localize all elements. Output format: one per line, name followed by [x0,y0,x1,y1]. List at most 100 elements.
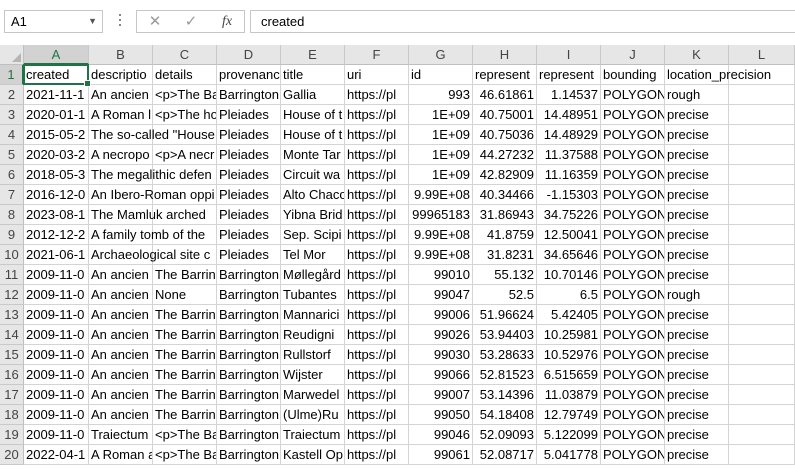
table-cell[interactable]: 51.96624 [473,305,537,325]
table-cell[interactable]: POLYGON [601,445,665,465]
table-cell[interactable]: POLYGON [601,185,665,205]
table-cell[interactable]: Marwedel [281,385,345,405]
table-cell[interactable]: Barrington [217,385,281,405]
table-cell[interactable]: Pleiades [217,205,281,225]
table-cell[interactable]: 52.5 [473,285,537,305]
insert-function-icon[interactable]: fx [215,13,239,31]
table-cell[interactable]: precise [665,305,729,325]
table-cell[interactable] [729,245,795,265]
table-cell[interactable]: precise [665,225,729,245]
table-cell[interactable]: The Barrin [153,365,217,385]
table-cell[interactable]: 2022-04-1 [24,445,89,465]
header-cell[interactable]: descriptio [89,65,153,85]
table-cell[interactable]: https://pl [345,445,409,465]
column-header-l[interactable]: L [729,45,795,65]
table-cell[interactable]: 2009-11-0 [24,405,89,425]
table-cell[interactable]: Pleiades [217,185,281,205]
table-cell[interactable]: 1E+09 [409,165,473,185]
formula-input[interactable]: created [250,10,795,33]
table-cell[interactable]: An ancien [89,365,153,385]
table-cell[interactable]: POLYGON [601,225,665,245]
table-cell[interactable]: Barrington [217,305,281,325]
table-cell[interactable]: 10.52976 [537,345,601,365]
table-cell[interactable] [729,285,795,305]
table-cell[interactable] [729,165,795,185]
table-cell[interactable]: -1.15303 [537,185,601,205]
table-cell[interactable]: 2023-08-1 [24,205,89,225]
table-cell[interactable] [729,385,795,405]
table-cell[interactable]: 2009-11-0 [24,265,89,285]
table-cell[interactable]: Yibna Brid [281,205,345,225]
table-cell[interactable]: Pleiades [217,165,281,185]
enter-icon[interactable]: ✓ [177,13,205,31]
row-header[interactable]: 17 [0,385,24,405]
table-cell[interactable]: (Ulme)Ru [281,405,345,425]
column-header-a[interactable]: A [24,45,89,65]
table-cell[interactable]: 9.99E+08 [409,185,473,205]
table-cell[interactable]: precise [665,425,729,445]
table-cell[interactable]: precise [665,365,729,385]
table-cell[interactable]: The so-called "House [89,125,215,145]
table-cell[interactable]: 5.041778 [537,445,601,465]
table-cell[interactable]: https://pl [345,185,409,205]
table-cell[interactable]: precise [665,265,729,285]
table-cell[interactable]: POLYGON [601,365,665,385]
header-cell[interactable]: details [153,65,217,85]
table-cell[interactable]: POLYGON [601,85,665,105]
table-cell[interactable]: Tubantes [281,285,345,305]
column-header-b[interactable]: B [89,45,153,65]
table-cell[interactable]: precise [665,145,729,165]
table-cell[interactable]: The megalithic defen [89,165,212,185]
table-cell[interactable]: An ancien [89,285,153,305]
table-cell[interactable]: https://pl [345,165,409,185]
table-cell[interactable] [729,345,795,365]
table-cell[interactable]: POLYGON [601,405,665,425]
header-cell[interactable]: id [409,65,473,85]
table-cell[interactable]: 2018-05-3 [24,165,89,185]
table-cell[interactable]: Alto Chaco [281,185,345,205]
table-cell[interactable]: <p>The Ba [153,85,217,105]
table-cell[interactable]: Pleiades [217,225,281,245]
row-header[interactable]: 6 [0,165,24,185]
row-header[interactable]: 18 [0,405,24,425]
table-cell[interactable]: 10.25981 [537,325,601,345]
table-cell[interactable]: precise [665,405,729,425]
table-cell[interactable]: 11.03879 [537,385,601,405]
table-cell[interactable]: 53.94403 [473,325,537,345]
table-cell[interactable]: Monte Tar [281,145,345,165]
table-cell[interactable]: POLYGON [601,145,665,165]
table-cell[interactable]: precise [665,325,729,345]
table-cell[interactable] [729,85,795,105]
table-cell[interactable]: 14.48929 [537,125,601,145]
row-header[interactable]: 19 [0,425,24,445]
table-cell[interactable]: 1E+09 [409,145,473,165]
column-header-e[interactable]: E [281,45,345,65]
table-cell[interactable]: 2020-01-1 [24,105,89,125]
table-cell[interactable]: precise [665,345,729,365]
table-cell[interactable]: 54.18408 [473,405,537,425]
row-header[interactable]: 7 [0,185,24,205]
table-cell[interactable]: 41.8759 [473,225,537,245]
table-cell[interactable]: 99061 [409,445,473,465]
table-cell[interactable]: https://pl [345,205,409,225]
table-cell[interactable]: 52.08717 [473,445,537,465]
table-cell[interactable]: 52.81523 [473,365,537,385]
table-cell[interactable]: The Barrin [153,405,217,425]
table-cell[interactable]: A Roman l [89,105,153,125]
table-cell[interactable]: 53.14396 [473,385,537,405]
table-cell[interactable]: Gallia [281,85,345,105]
table-cell[interactable]: <p>A necr [153,145,217,165]
table-cell[interactable]: precise [665,385,729,405]
table-cell[interactable]: <p>The Ba [153,445,217,465]
table-cell[interactable]: Tel Mor [281,245,345,265]
table-cell[interactable]: Pleiades [217,245,281,265]
row-header[interactable]: 1 [0,65,24,85]
table-cell[interactable]: https://pl [345,245,409,265]
table-cell[interactable]: An ancien [89,405,153,425]
column-header-h[interactable]: H [473,45,537,65]
table-cell[interactable]: https://pl [345,285,409,305]
table-cell[interactable]: A necropo [89,145,153,165]
table-cell[interactable]: 11.37588 [537,145,601,165]
table-cell[interactable]: https://pl [345,305,409,325]
table-cell[interactable] [729,145,795,165]
